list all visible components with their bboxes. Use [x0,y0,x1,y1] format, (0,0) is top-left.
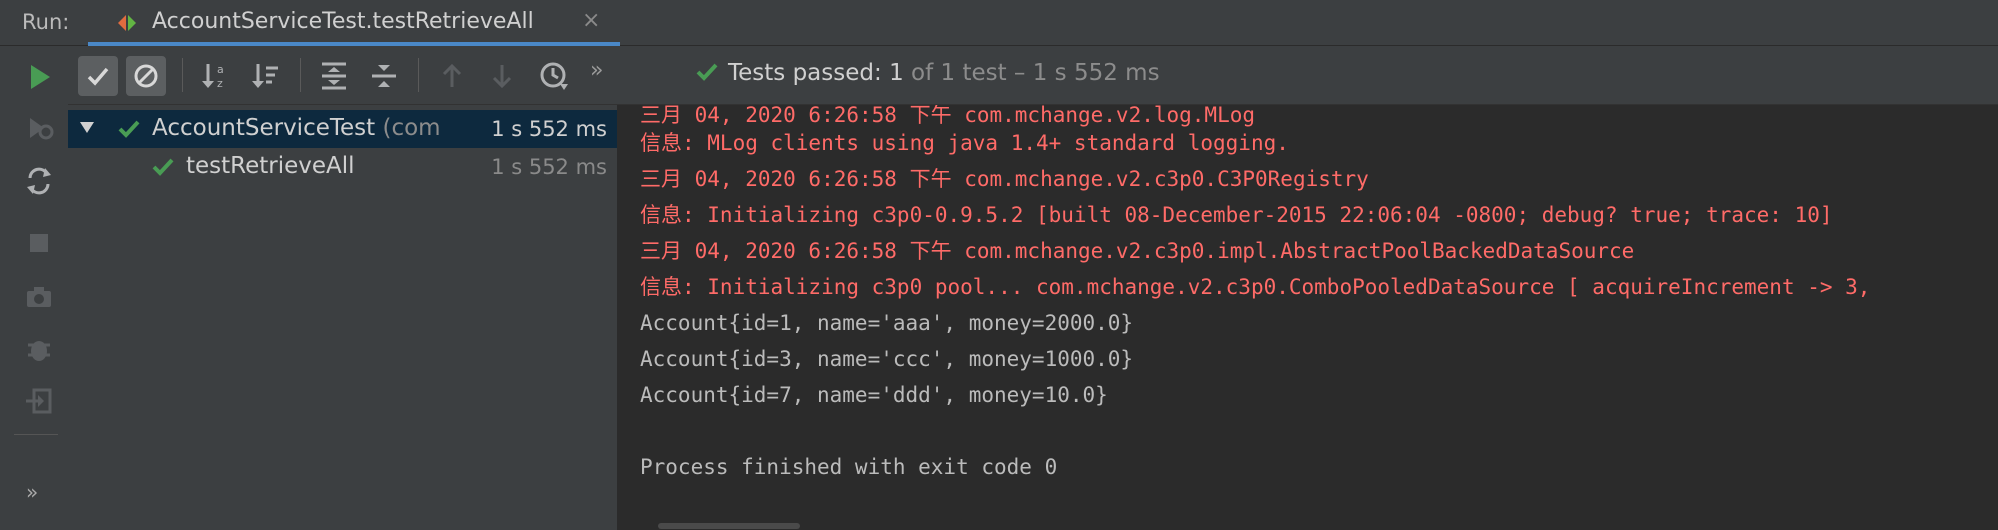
separator [418,58,419,92]
collapse-all-icon[interactable] [364,56,404,96]
sort-alphabetically-icon[interactable]: a z [196,56,236,96]
rerun-icon[interactable] [20,58,58,96]
exit-icon[interactable] [20,382,58,420]
camera-icon[interactable] [20,278,58,316]
junit-config-icon [118,15,136,31]
console-line: Account{id=1, name='aaa', money=2000.0} [640,311,1134,335]
run-left-toolbar: » [0,46,69,530]
status-passed-label: Tests passed: [728,60,882,86]
test-history-icon[interactable] [534,56,574,96]
console-output[interactable]: 三月 04, 2020 6:26:58 下午 com.mchange.v2.lo… [618,105,1998,530]
tree-node-duration: 1 s 552 ms [491,155,607,179]
svg-text:z: z [217,77,223,90]
expanded-arrow-icon[interactable] [78,118,96,136]
tree-node-label: AccountServiceTest (com [152,115,441,141]
separator [300,58,301,92]
tree-node-label: testRetrieveAll [186,153,355,179]
test-runner-toolbar: a z » Tests passed: 1 of 1 test – 1 s 55… [68,46,1998,105]
console-line: 三月 04, 2020 6:26:58 下午 com.mchange.v2.c3… [640,239,1635,263]
console-line: 三月 04, 2020 6:26:58 下午 com.mchange.v2.c3… [640,167,1369,191]
tab-label: AccountServiceTest.testRetrieveAll [152,9,534,34]
tree-node-test-retrieve-all[interactable]: testRetrieveAll 1 s 552 ms [68,148,617,186]
tab-account-service-test[interactable]: AccountServiceTest.testRetrieveAll × [88,0,620,45]
run-label: Run: [22,10,70,34]
stop-icon[interactable] [20,224,58,262]
run-tab-bar: Run: AccountServiceTest.testRetrieveAll … [0,0,1998,46]
passed-check-icon [696,63,718,81]
close-tab-icon[interactable]: × [582,8,600,33]
console-line: Account{id=3, name='ccc', money=1000.0} [640,347,1134,371]
console-line: Account{id=7, name='ddd', money=10.0} [640,383,1108,407]
next-failed-test-icon[interactable] [482,56,522,96]
tree-node-package: (com [382,115,441,141]
debug-settings-icon[interactable] [20,330,58,368]
expand-all-icon[interactable] [314,56,354,96]
sort-by-duration-icon[interactable] [246,56,286,96]
svg-text:a: a [217,63,224,76]
previous-failed-test-icon[interactable] [432,56,472,96]
test-status-summary: Tests passed: 1 of 1 test – 1 s 552 ms [696,60,1160,86]
tree-node-duration: 1 s 552 ms [491,117,607,141]
show-passed-toggle[interactable] [78,56,118,96]
more-actions-icon[interactable]: » [26,480,38,504]
separator [14,434,58,435]
passed-check-icon [118,120,140,138]
tree-node-account-service-test[interactable]: AccountServiceTest (com 1 s 552 ms [68,110,617,148]
rerun-failed-icon[interactable] [20,110,58,148]
status-details: of 1 test – 1 s 552 ms [911,60,1160,86]
more-actions-icon[interactable]: » [590,58,603,83]
console-line: 信息: MLog clients using java 1.4+ standar… [640,131,1289,155]
test-results-tree: AccountServiceTest (com 1 s 552 ms testR… [68,105,618,530]
console-horizontal-scrollbar[interactable] [658,523,800,529]
separator [182,58,183,92]
show-ignored-toggle[interactable] [126,56,166,96]
console-line: 信息: Initializing c3p0-0.9.5.2 [built 08-… [640,203,1833,227]
toggle-auto-test-icon[interactable] [20,162,58,200]
console-line: Process finished with exit code 0 [640,455,1058,479]
status-passed-count: 1 [889,60,904,86]
console-line: 信息: Initializing c3p0 pool... com.mchang… [640,275,1871,299]
passed-check-icon [152,158,174,176]
